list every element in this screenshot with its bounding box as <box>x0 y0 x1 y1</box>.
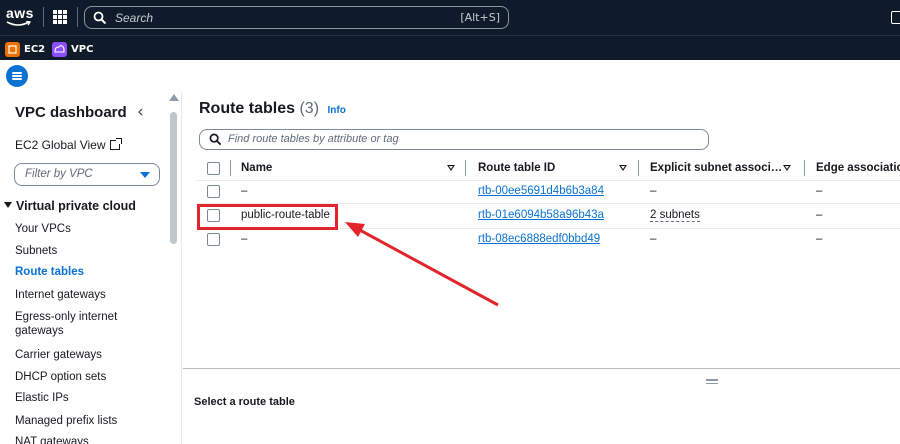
split-panel-title: Select a route table <box>194 396 295 408</box>
scroll-up-arrow-icon[interactable] <box>169 94 179 101</box>
expand-icon <box>4 202 12 208</box>
sort-icon[interactable] <box>619 165 627 171</box>
favorite-label: VPC <box>71 43 94 55</box>
column-header-explicit-subnet[interactable]: Explicit subnet associ… <box>650 162 782 174</box>
side-navigation: VPC dashboard ‹ EC2 Global View Filter b… <box>0 92 182 444</box>
favorite-vpc[interactable]: VPC <box>52 41 93 57</box>
ec2-icon <box>5 41 20 57</box>
column-header-edge-association[interactable]: Edge association <box>816 162 900 174</box>
sidebar-item-internet-gateways[interactable]: Internet gateways <box>15 288 106 302</box>
search-shortcut: [Alt+S] <box>460 11 500 24</box>
aws-logo-text: aws <box>6 5 34 21</box>
sidebar-item-managed-prefix-lists[interactable]: Managed prefix lists <box>15 414 117 428</box>
external-link-icon <box>109 138 122 150</box>
section-virtual-private-cloud[interactable]: Virtual private cloud <box>4 199 136 213</box>
ec2-global-view-label: EC2 Global View <box>15 138 106 152</box>
sidebar-item-carrier-gateways[interactable]: Carrier gateways <box>15 348 102 362</box>
sidebar-item-your-vpcs[interactable]: Your VPCs <box>15 222 71 236</box>
explicit-subnet-associations-link[interactable]: 2 subnets <box>650 209 700 222</box>
vpc-icon <box>52 41 67 57</box>
annotation-arrow-icon <box>345 222 499 307</box>
sidebar-item-dhcp-option-sets[interactable]: DHCP option sets <box>15 370 106 384</box>
favorites-bar: EC2 VPC <box>0 35 900 60</box>
split-panel: Select a route table <box>183 368 900 444</box>
resize-handle-icon[interactable] <box>706 379 718 386</box>
search-icon <box>93 11 107 25</box>
filter-by-vpc-placeholder: Filter by VPC <box>25 168 93 180</box>
cloudshell-icon[interactable] <box>891 11 900 24</box>
smile-icon <box>6 21 32 26</box>
search-placeholder: Search <box>115 11 154 25</box>
navigation-menu-button[interactable] <box>6 65 28 87</box>
favorite-ec2[interactable]: EC2 <box>5 41 45 57</box>
aws-logo[interactable]: aws <box>6 5 34 29</box>
close-sidebar-icon[interactable]: ‹ <box>137 102 144 122</box>
top-navigation: aws Search [Alt+S] <box>0 0 900 35</box>
sidebar-item-subnets[interactable]: Subnets <box>15 244 57 258</box>
sidebar-title[interactable]: VPC dashboard <box>15 104 127 121</box>
sidebar-item-egress-only-internet-gateways[interactable]: Egress-only internet gateways <box>15 310 140 338</box>
ec2-global-view-link[interactable]: EC2 Global View <box>15 138 122 152</box>
services-menu-icon[interactable] <box>53 10 67 24</box>
global-search-input[interactable]: Search [Alt+S] <box>84 6 509 29</box>
scrollbar-thumb[interactable] <box>170 112 177 244</box>
row-explicit-subnet: – <box>650 233 657 245</box>
sidebar-item-elastic-ips[interactable]: Elastic IPs <box>15 391 69 405</box>
row-edge-association: – <box>816 185 823 197</box>
row-edge-association: – <box>816 233 823 245</box>
divider <box>43 7 44 27</box>
sidebar-scrollbar[interactable] <box>168 92 179 444</box>
sort-icon[interactable] <box>783 165 791 171</box>
row-explicit-subnet: – <box>650 185 657 197</box>
sidebar-item-route-tables[interactable]: Route tables <box>15 265 84 279</box>
sidebar-item-nat-gateways[interactable]: NAT gateways <box>15 435 89 444</box>
row-edge-association: – <box>816 209 823 221</box>
main-content: Route tables (3) Info Find route tables … <box>183 92 900 444</box>
column-divider <box>638 160 639 176</box>
section-label: Virtual private cloud <box>16 199 136 213</box>
filter-by-vpc-select[interactable]: Filter by VPC <box>14 163 160 186</box>
favorite-label: EC2 <box>24 43 46 55</box>
caret-down-icon <box>140 172 150 178</box>
divider <box>77 7 78 27</box>
column-divider <box>804 160 805 176</box>
